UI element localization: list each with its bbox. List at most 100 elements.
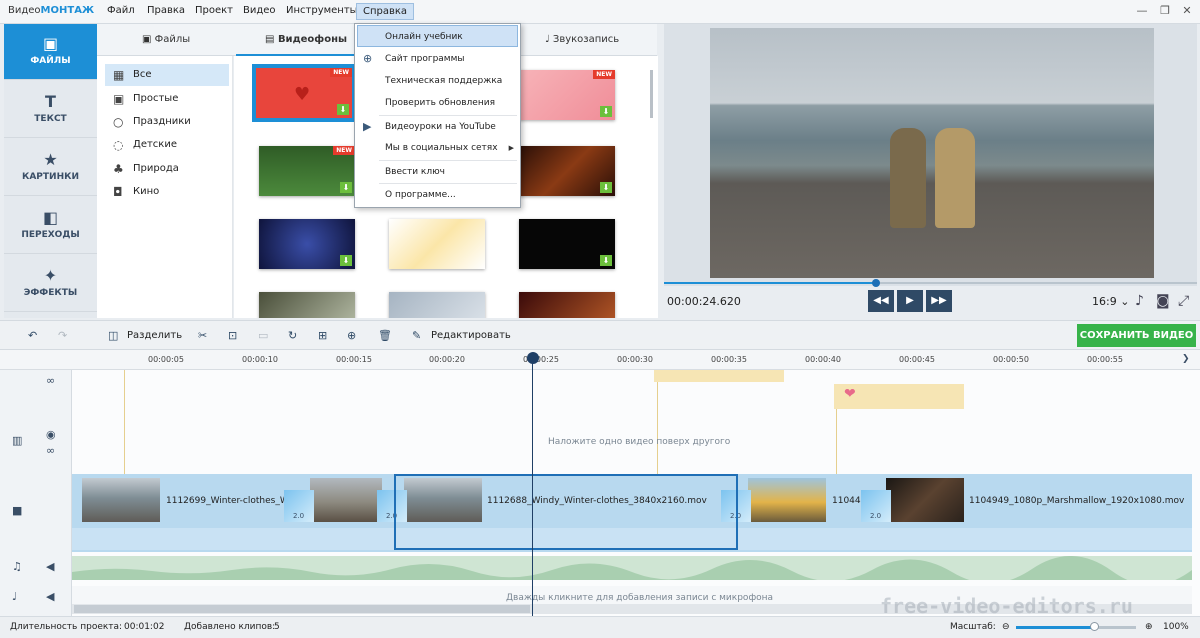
audio-waveform xyxy=(72,555,1192,586)
split-icon[interactable]: ◫ xyxy=(108,329,118,342)
menu-file[interactable]: Файл xyxy=(107,5,135,16)
menu-item-label: Сайт программы xyxy=(385,54,465,64)
timeline-ruler[interactable]: 00:00:05 00:00:10 00:00:15 00:00:20 00:0… xyxy=(0,350,1200,370)
save-video-button[interactable]: СОХРАНИТЬ ВИДЕО xyxy=(1077,324,1196,347)
timeline-scrollbar-thumb[interactable] xyxy=(74,605,530,613)
menu-item-check-updates[interactable]: Проверить обновления xyxy=(355,92,520,114)
background-thumb[interactable]: NEW ⬇ xyxy=(519,70,615,120)
tab-backgrounds[interactable]: ▤ Видеофоны xyxy=(265,34,347,45)
overlay-clip[interactable] xyxy=(654,370,784,382)
background-thumb[interactable]: ⬇ xyxy=(519,146,615,196)
menu-video[interactable]: Видео xyxy=(243,5,276,16)
ruler-scroll-right-icon[interactable]: ❯ xyxy=(1182,354,1190,364)
sidebar-tab-effects[interactable]: ✦ ЭФФЕКТЫ xyxy=(4,256,97,312)
undo-icon[interactable]: ↶ xyxy=(28,329,37,342)
close-icon[interactable]: ✕ xyxy=(1180,4,1194,18)
video-camera-icon: ■ xyxy=(12,504,23,517)
library-scrollbar[interactable] xyxy=(650,70,653,118)
next-frame-button[interactable]: ▶▶ xyxy=(926,290,952,312)
category-label: Праздники xyxy=(133,116,191,127)
snapshot-icon[interactable]: ◙ xyxy=(1156,293,1170,309)
delete-icon[interactable]: 🗑 xyxy=(378,329,392,342)
menu-item-online-tutorial[interactable]: Онлайн учебник xyxy=(357,25,518,47)
menu-item-youtube[interactable]: ▶ Видеоуроки на YouTube xyxy=(355,116,520,138)
sidebar-tab-pictures[interactable]: ★ КАРТИНКИ xyxy=(4,140,97,196)
background-thumb[interactable]: ⬇ xyxy=(519,219,615,269)
fullscreen-icon[interactable]: ⤢ xyxy=(1178,293,1189,309)
clip-thumbnail[interactable] xyxy=(310,478,382,522)
zoom-out-icon[interactable]: ⊖ xyxy=(1002,622,1010,632)
playhead-handle[interactable] xyxy=(527,352,539,364)
category-holidays[interactable]: ○ Праздники xyxy=(105,111,229,133)
category-all[interactable]: ▦ Все xyxy=(105,64,229,86)
clip-thumbnail[interactable] xyxy=(748,478,826,522)
category-cinema[interactable]: ◘ Кино xyxy=(105,181,229,203)
app-logo: ВидеоМОНТАЖ xyxy=(8,5,94,16)
play-icon: ▶ xyxy=(906,295,914,306)
rotate-icon[interactable]: ↻ xyxy=(288,329,297,342)
background-thumb[interactable]: NEW ⬇ xyxy=(259,146,355,196)
link-icon[interactable]: ∞ xyxy=(46,374,55,387)
category-list: ▦ Все ▣ Простые ○ Праздники ◌ Детские ♣ Приро… xyxy=(97,56,233,318)
maximize-icon[interactable]: ❐ xyxy=(1158,4,1172,18)
menu-edit[interactable]: Правка xyxy=(147,5,185,16)
menu-item-enter-key[interactable]: Ввести ключ xyxy=(355,161,520,183)
background-thumb[interactable] xyxy=(519,292,615,318)
clip-thumbnail[interactable] xyxy=(886,478,964,522)
sidebar-tab-files[interactable]: ▣ ФАЙЛЫ xyxy=(4,24,97,80)
playback-progress-handle[interactable] xyxy=(872,279,880,287)
menu-tools[interactable]: Инструменты xyxy=(286,5,358,16)
menu-help[interactable]: Справка xyxy=(356,3,415,20)
edit-icon[interactable]: ✎ xyxy=(412,329,421,342)
aspect-ratio-select[interactable]: 16:9 ⌄ xyxy=(1092,295,1129,308)
category-nature[interactable]: ♣ Природа xyxy=(105,158,229,180)
menu-item-website[interactable]: ⊕ Сайт программы xyxy=(355,48,520,70)
speaker-icon[interactable]: ◀ xyxy=(46,560,54,573)
tab-files[interactable]: ▣ Файлы xyxy=(142,34,190,45)
speaker-icon[interactable]: ◀ xyxy=(46,590,54,603)
background-thumb[interactable] xyxy=(389,219,485,269)
link-icon[interactable]: ∞ xyxy=(46,444,55,457)
previous-frame-button[interactable]: ◀◀ xyxy=(868,290,894,312)
clip-thumbnail[interactable] xyxy=(82,478,160,522)
menu-item-support[interactable]: Техническая поддержка xyxy=(355,70,520,92)
play-button[interactable]: ▶ xyxy=(897,290,923,312)
frame-icon[interactable]: ▭ xyxy=(258,329,268,342)
background-thumb[interactable]: ♥ NEW ⬇ xyxy=(256,68,352,118)
category-kids[interactable]: ◌ Детские xyxy=(105,134,229,156)
background-thumb[interactable] xyxy=(259,292,355,318)
crop-icon[interactable]: ⊡ xyxy=(228,329,237,342)
volume-icon[interactable]: ♪ xyxy=(1135,293,1144,309)
background-thumb[interactable]: ⬇ xyxy=(259,219,355,269)
menu-project[interactable]: Проект xyxy=(195,5,233,16)
tab-label: Файлы xyxy=(154,34,191,45)
overlay-clip-hearts[interactable]: ❤ xyxy=(834,384,964,409)
minimize-icon[interactable]: — xyxy=(1135,4,1149,18)
zoom-value: 100% xyxy=(1163,622,1189,632)
edit-button[interactable]: Редактировать xyxy=(431,330,511,341)
image-icon: ▣ xyxy=(42,34,59,53)
split-button[interactable]: Разделить xyxy=(127,330,182,341)
zoom-clip-icon[interactable]: ⊞ xyxy=(318,329,327,342)
tab-sound-recording[interactable]: ♩ Звукозапись xyxy=(545,34,619,45)
sidebar-tab-transitions[interactable]: ◧ ПЕРЕХОДЫ xyxy=(4,198,97,254)
zoom-in-icon[interactable]: ⊕ xyxy=(1145,622,1153,632)
selected-clip-outline[interactable] xyxy=(394,474,738,550)
sidebar-tab-text[interactable]: T ТЕКСТ xyxy=(4,82,97,138)
add-clip-icon[interactable]: ⊕ xyxy=(347,329,356,342)
background-thumb[interactable] xyxy=(389,292,485,318)
playhead[interactable] xyxy=(532,360,533,616)
menu-item-social[interactable]: Мы в социальных сетях ▶ xyxy=(355,137,520,159)
eye-icon[interactable]: ◉ xyxy=(46,428,56,441)
zoom-slider-handle[interactable] xyxy=(1090,622,1099,631)
category-simple[interactable]: ▣ Простые xyxy=(105,88,229,110)
transition-duration: 2.0 xyxy=(293,512,305,520)
category-label: Природа xyxy=(133,163,179,174)
menu-item-about[interactable]: О программе... xyxy=(355,184,520,206)
cut-icon[interactable]: ✂ xyxy=(198,329,207,342)
sidebar-tab-label: КАРТИНКИ xyxy=(21,172,79,182)
video-preview[interactable] xyxy=(710,28,1154,278)
rattle-icon: ◌ xyxy=(113,138,124,152)
redo-icon[interactable]: ↷ xyxy=(58,329,67,342)
audio-track[interactable] xyxy=(72,555,1192,586)
